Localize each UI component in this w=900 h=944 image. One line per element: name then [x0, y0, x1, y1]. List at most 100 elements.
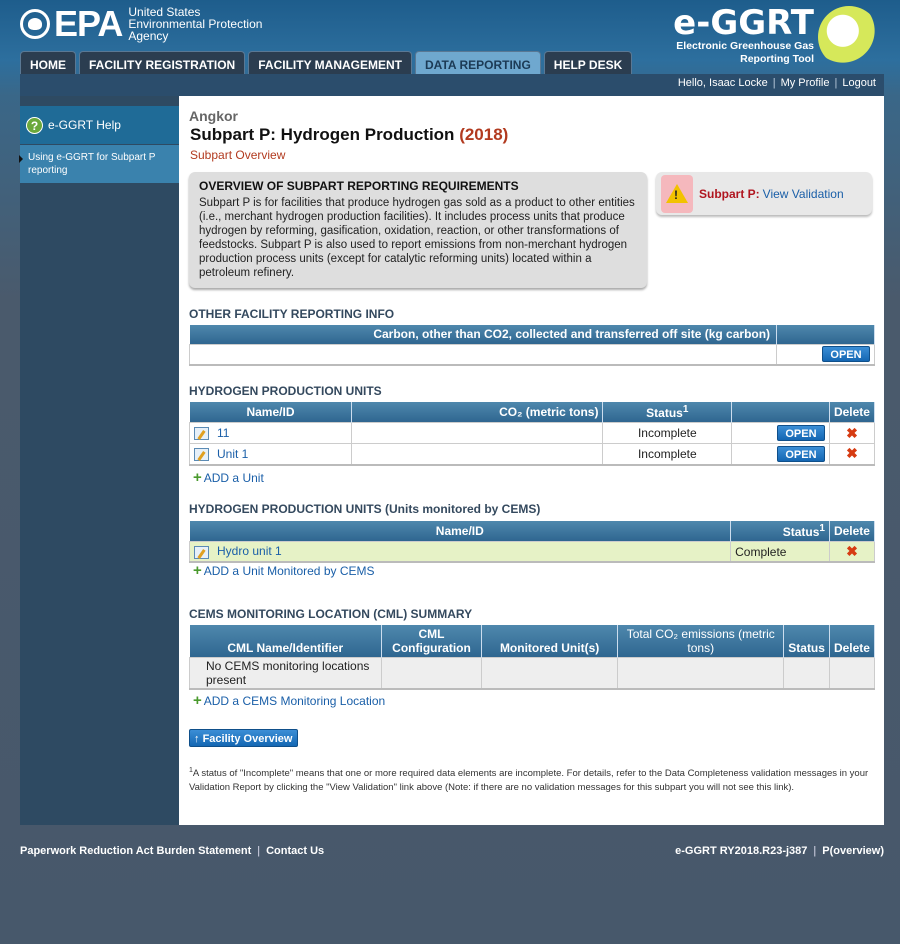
delete-icon[interactable]: ✖	[846, 445, 858, 461]
version-text: e-GGRT RY2018.R23-j387	[675, 845, 808, 857]
unit-status-cell: Incomplete	[602, 443, 733, 466]
tab-home[interactable]: HOME	[20, 51, 76, 74]
section-title-other-info: OTHER FACILITY REPORTING INFO	[189, 307, 395, 321]
tab-data-reporting[interactable]: DATA REPORTING	[415, 51, 541, 74]
footnote: 1A status of "Incomplete" means that one…	[189, 764, 879, 795]
warning-icon	[666, 184, 688, 203]
egggrt-brand: e-GGRT Electronic Greenhouse Gas Reporti…	[673, 3, 880, 68]
status-footnote-ref: 1	[682, 404, 689, 415]
brand-title: e-GGRT	[673, 3, 814, 43]
column-header-carbon: Carbon, other than CO2, collected and tr…	[189, 325, 778, 344]
column-header-co2: CO₂ (metric tons)	[351, 402, 604, 423]
add-cml-label: ADD a CEMS Monitoring Location	[203, 694, 386, 708]
column-header-name: Name/ID	[189, 402, 353, 423]
edit-icon[interactable]	[194, 447, 209, 461]
add-cems-unit-link[interactable]: + ADD a Unit Monitored by CEMS	[193, 562, 375, 579]
edit-icon[interactable]	[194, 545, 209, 559]
sidebar-help-title: e-GGRT Help	[48, 118, 121, 132]
unit-name-cell: 11	[188, 422, 353, 444]
column-header-status: Status1	[602, 402, 733, 423]
unit-name-cell: Hydro unit 1	[188, 541, 732, 563]
validation-box: Subpart P: View Validation	[656, 172, 872, 215]
page-title-text: Subpart P: Hydrogen Production	[190, 125, 455, 144]
sidebar-item-subpart-p-help[interactable]: Using e-GGRT for Subpart P reporting	[19, 145, 179, 183]
my-profile-link[interactable]: My Profile	[781, 77, 830, 89]
warning-icon-box	[661, 174, 693, 213]
table-row: Unit 1 Incomplete OPEN ✖	[188, 443, 876, 466]
cml-cell	[480, 657, 619, 690]
unit-open-cell: OPEN	[731, 422, 830, 444]
reporting-year: (2018)	[459, 125, 509, 144]
unit-status-cell: Complete	[730, 541, 830, 563]
user-greeting: Hello, Isaac Locke	[677, 77, 768, 89]
facility-name: Angkor	[189, 108, 238, 124]
up-arrow-icon: ↑	[194, 733, 200, 745]
edit-icon[interactable]	[194, 427, 209, 441]
delete-icon[interactable]: ✖	[846, 425, 858, 441]
footer-left: Paperwork Reduction Act Burden Statement…	[20, 845, 325, 857]
contact-us-link[interactable]: Contact Us	[266, 845, 324, 857]
cml-cell	[828, 657, 876, 690]
tab-facility-management[interactable]: FACILITY MANAGEMENT	[248, 51, 413, 74]
column-header-status: Status	[783, 625, 830, 658]
page-title: Subpart P: Hydrogen Production (2018)	[190, 125, 508, 145]
unit-delete-cell: ✖	[828, 422, 876, 444]
other-info-table: Carbon, other than CO2, collected and tr…	[188, 325, 875, 366]
column-header-cml-config: CML Configuration	[381, 625, 482, 658]
paperwork-link[interactable]: Paperwork Reduction Act Burden Statement	[20, 845, 251, 857]
open-button[interactable]: OPEN	[822, 346, 870, 363]
cml-cell	[783, 657, 830, 690]
footnote-text: A status of "Incomplete" means that one …	[189, 768, 869, 794]
open-button[interactable]: OPEN	[776, 425, 825, 441]
main-nav-tabs: HOME FACILITY REGISTRATION FACILITY MANA…	[20, 51, 633, 74]
page-subtitle: Subpart Overview	[190, 148, 286, 162]
view-validation-link[interactable]: View Validation	[763, 187, 844, 201]
status-header-text: Status	[646, 406, 683, 420]
section-title-hpu: HYDROGEN PRODUCTION UNITS	[189, 384, 382, 398]
unit-link[interactable]: Unit 1	[217, 447, 248, 461]
other-info-open-cell: OPEN	[776, 343, 875, 366]
add-cml-link[interactable]: + ADD a CEMS Monitoring Location	[193, 693, 386, 708]
delete-icon[interactable]: ✖	[846, 543, 858, 559]
column-header-delete: Delete	[829, 625, 876, 658]
unit-link[interactable]: 11	[217, 426, 229, 440]
status-header-text: Status	[782, 525, 820, 539]
section-title-cems-units: HYDROGEN PRODUCTION UNITS (Units monitor…	[189, 502, 541, 516]
tab-help-desk[interactable]: HELP DESK	[543, 51, 633, 74]
column-header-status: Status1	[730, 521, 830, 542]
add-icon: +	[193, 562, 202, 579]
table-row: Hydro unit 1 Complete ✖	[188, 541, 876, 563]
cml-table: CML Name/Identifier CML Configuration Mo…	[188, 625, 876, 690]
cml-cell	[381, 657, 482, 690]
question-icon: ?	[26, 116, 43, 134]
add-icon: +	[193, 469, 202, 486]
logout-link[interactable]: Logout	[842, 77, 876, 89]
section-title-cml: CEMS MONITORING LOCATION (CML) SUMMARY	[189, 607, 473, 621]
column-header-open	[731, 402, 830, 423]
overview-heading: OVERVIEW OF SUBPART REPORTING REQUIREMEN…	[199, 179, 519, 193]
unit-name-cell: Unit 1	[188, 443, 353, 466]
open-button[interactable]: OPEN	[776, 445, 825, 462]
overview-box: OVERVIEW OF SUBPART REPORTING REQUIREMEN…	[189, 172, 647, 288]
epa-logo[interactable]: EPA United States Environmental Protecti…	[20, 6, 262, 42]
user-bar: Hello, Isaac Locke | My Profile | Logout	[20, 74, 884, 96]
other-info-cell	[188, 343, 778, 366]
column-header-cml-name: CML Name/Identifier	[189, 625, 383, 658]
facility-overview-button[interactable]: ↑ Facility Overview	[189, 729, 298, 747]
unit-open-cell: OPEN	[731, 443, 830, 466]
footer-right: e-GGRT RY2018.R23-j387 | P(overview)	[675, 845, 884, 857]
tab-facility-registration[interactable]: FACILITY REGISTRATION	[79, 51, 246, 74]
sidebar: ? e-GGRT Help Using e-GGRT for Subpart P…	[19, 96, 179, 825]
column-header-blank	[776, 325, 875, 344]
column-header-monitored-units: Monitored Unit(s)	[481, 625, 619, 658]
epa-flower-icon	[20, 9, 50, 39]
add-unit-link[interactable]: + ADD a Unit	[193, 469, 264, 486]
column-header-delete: Delete	[829, 402, 876, 423]
overview-text: Subpart P is for facilities that produce…	[199, 197, 635, 279]
unit-link[interactable]: Hydro unit 1	[217, 544, 282, 558]
status-footnote-ref: 1	[819, 523, 825, 534]
page-code: P(overview)	[822, 845, 884, 857]
add-cems-unit-label: ADD a Unit Monitored by CEMS	[203, 564, 375, 578]
unit-delete-cell: ✖	[828, 443, 876, 466]
epa-logo-text: EPA	[54, 3, 123, 44]
